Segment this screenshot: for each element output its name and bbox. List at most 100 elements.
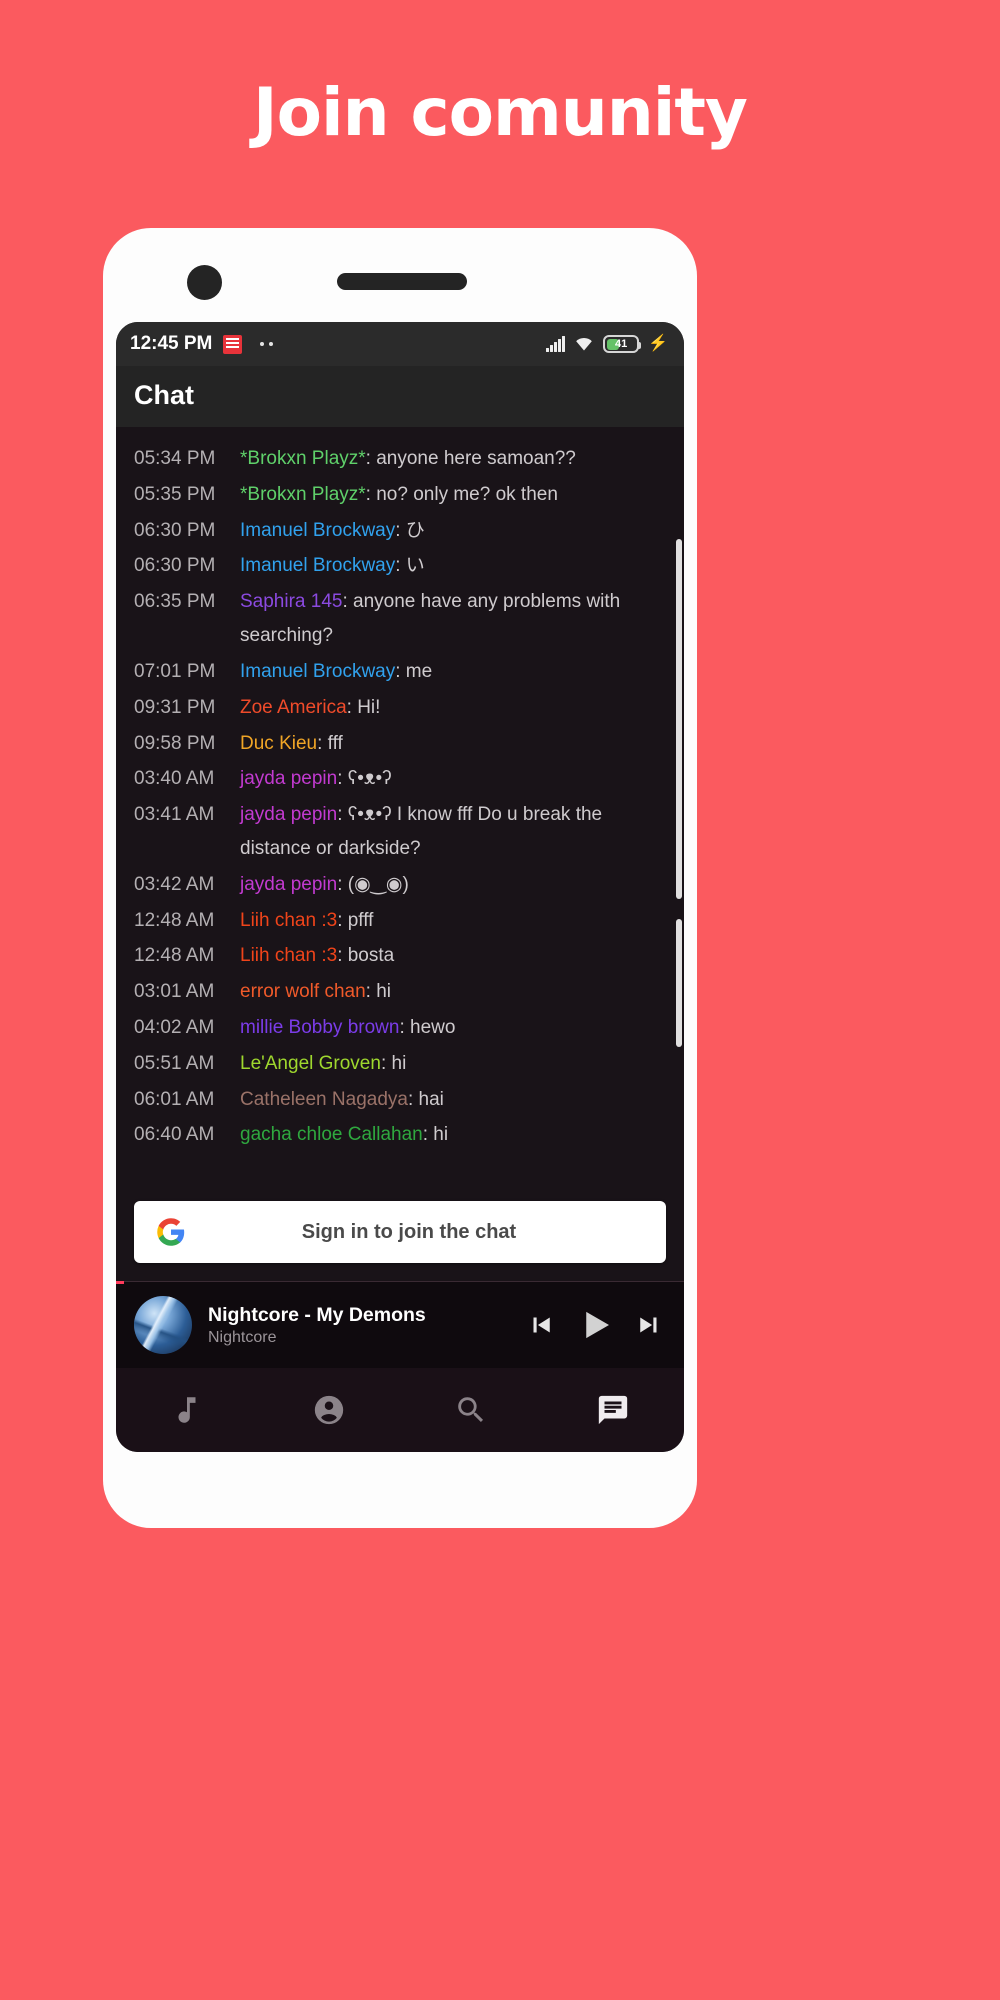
message-body: : (◉‿◉) — [337, 873, 409, 895]
chat-message: 07:01 PM Imanuel Brockway: me — [134, 654, 666, 690]
promo-title: Join comunity — [253, 74, 748, 151]
message-timestamp: 07:01 PM — [134, 660, 216, 682]
message-timestamp: 06:40 AM — [134, 1124, 215, 1146]
message-timestamp: 05:51 AM — [134, 1052, 215, 1074]
skip-previous-icon[interactable] — [526, 1310, 556, 1340]
message-username[interactable]: jayda pepin — [240, 804, 337, 825]
chat-message: 05:35 PM *Brokxn Playz*: no? only me? ok … — [134, 477, 666, 513]
chat-message: 05:51 AM Le'Angel Groven: hi — [134, 1046, 666, 1082]
scrollbar-thumb-secondary[interactable] — [676, 919, 682, 1047]
skip-next-icon[interactable] — [634, 1310, 664, 1340]
message-timestamp: 09:58 PM — [134, 732, 216, 754]
music-player-bar[interactable]: Nightcore - My Demons Nightcore — [116, 1281, 684, 1368]
status-bar-time: 12:45 PM — [130, 333, 213, 354]
message-username[interactable]: *Brokxn Playz* — [240, 484, 366, 505]
phone-screen: 12:45 PM 41 ⚡ Chat 05:34 PM *Brokxn Play… — [116, 322, 684, 1452]
cellular-signal-icon — [546, 336, 566, 352]
nav-chat[interactable] — [542, 1393, 684, 1427]
message-username[interactable]: error wolf chan — [240, 981, 366, 1002]
message-timestamp: 03:41 AM — [134, 804, 215, 826]
message-body: : ひ — [395, 519, 425, 541]
message-username[interactable]: Liih chan :3 — [240, 910, 337, 931]
message-body: : bosta — [337, 945, 395, 967]
message-timestamp: 06:30 PM — [134, 519, 216, 541]
sign-in-label: Sign in to join the chat — [301, 1220, 517, 1243]
message-username[interactable]: Saphira 145 — [240, 591, 342, 612]
message-timestamp: 06:01 AM — [134, 1088, 215, 1110]
message-body: : pfff — [337, 909, 374, 931]
chat-message: 06:01 AM Catheleen Nagadya: hai — [134, 1082, 666, 1118]
message-username[interactable]: Catheleen Nagadya — [240, 1089, 408, 1110]
message-username[interactable]: Imanuel Brockway — [240, 555, 395, 576]
battery-indicator: 41 — [603, 335, 642, 353]
page-title: Chat — [134, 380, 194, 410]
more-notifications-icon — [260, 342, 274, 346]
status-bar-right: 41 ⚡ — [546, 335, 668, 353]
message-timestamp: 03:42 AM — [134, 873, 215, 895]
message-username[interactable]: Le'Angel Groven — [240, 1053, 381, 1074]
message-body: : hi — [365, 981, 392, 1003]
message-username[interactable]: millie Bobby brown — [240, 1017, 399, 1038]
status-bar: 12:45 PM 41 ⚡ — [116, 322, 684, 366]
message-timestamp: 12:48 AM — [134, 945, 215, 967]
google-sign-in-button[interactable]: Sign in to join the chat — [134, 1201, 666, 1263]
wifi-icon — [574, 336, 594, 352]
chat-message: 06:40 AM gacha chloe Callahan: hi — [134, 1117, 666, 1153]
charging-bolt-icon: ⚡ — [648, 335, 668, 352]
chat-message: 09:31 PM Zoe America: Hi! — [134, 690, 666, 726]
message-timestamp: 12:48 AM — [134, 909, 215, 931]
message-username[interactable]: *Brokxn Playz* — [240, 448, 366, 469]
message-body: : me — [395, 660, 433, 682]
promo-banner: Join comunity — [0, 0, 1000, 225]
nav-account[interactable] — [258, 1393, 400, 1427]
message-body: : hewo — [399, 1017, 456, 1038]
message-body: : Hi! — [346, 696, 381, 718]
player-controls — [526, 1304, 668, 1346]
chat-message: 06:30 PM Imanuel Brockway: ひ — [134, 513, 666, 549]
chat-message: 05:34 PM *Brokxn Playz*: anyone here samo… — [134, 441, 666, 477]
chat-message: 03:42 AM jayda pepin: (◉‿◉) — [134, 867, 666, 903]
message-body: : no? only me? ok then — [365, 483, 558, 505]
phone-top-bezel — [103, 228, 697, 326]
nav-music[interactable] — [116, 1393, 258, 1427]
message-body: : hi — [422, 1124, 449, 1146]
track-artist: Nightcore — [208, 1328, 277, 1346]
chat-message: 09:58 PM Duc Kieu: fff — [134, 726, 666, 762]
message-username[interactable]: Imanuel Brockway — [240, 661, 395, 682]
message-username[interactable]: Zoe America — [240, 697, 347, 718]
message-timestamp: 06:30 PM — [134, 555, 216, 577]
chat-message: 03:41 AM jayda pepin: ʕ•ᴥ•ʔ I know fff Do… — [134, 797, 666, 867]
message-username[interactable]: jayda pepin — [240, 874, 337, 895]
notification-app-icon — [223, 334, 243, 354]
message-timestamp: 06:35 PM — [134, 591, 216, 613]
message-timestamp: 05:35 PM — [134, 483, 216, 505]
message-timestamp: 05:34 PM — [134, 448, 216, 469]
chat-message: 06:30 PM Imanuel Brockway: い — [134, 548, 666, 584]
message-body: : ʕ•ᴥ•ʔ — [337, 768, 392, 790]
chat-message: 12:48 AM Liih chan :3: pfff — [134, 903, 666, 939]
scrollbar-thumb[interactable] — [676, 539, 682, 899]
message-username[interactable]: Liih chan :3 — [240, 945, 337, 966]
play-icon[interactable] — [574, 1304, 616, 1346]
message-list[interactable]: 05:34 PM *Brokxn Playz*: anyone here samo… — [116, 427, 684, 1185]
message-timestamp: 03:01 AM — [134, 981, 215, 1003]
message-timestamp: 03:40 AM — [134, 768, 215, 790]
chat-message: 03:01 AM error wolf chan: hi — [134, 974, 666, 1010]
message-body: : hai — [407, 1088, 444, 1110]
message-body: : fff — [317, 732, 343, 754]
message-username[interactable]: Imanuel Brockway — [240, 520, 395, 541]
message-body: : hi — [380, 1052, 407, 1074]
message-username[interactable]: Duc Kieu — [240, 733, 317, 754]
chat-message: 06:35 PM Saphira 145: anyone have any pro… — [134, 584, 666, 654]
earpiece-speaker — [337, 273, 467, 290]
nav-search[interactable] — [400, 1393, 542, 1427]
track-title: Nightcore - My Demons — [208, 1303, 426, 1326]
playback-progress — [116, 1281, 124, 1284]
front-camera-icon — [187, 265, 222, 300]
phone-mockup: 12:45 PM 41 ⚡ Chat 05:34 PM *Brokxn Play… — [103, 228, 697, 1528]
chat-header: Chat — [116, 366, 684, 427]
message-username[interactable]: gacha chloe Callahan — [240, 1124, 423, 1145]
chat-message: 04:02 AM millie Bobby brown: hewo — [134, 1010, 666, 1046]
message-username[interactable]: jayda pepin — [240, 768, 337, 789]
chat-message: 12:48 AM Liih chan :3: bosta — [134, 938, 666, 974]
